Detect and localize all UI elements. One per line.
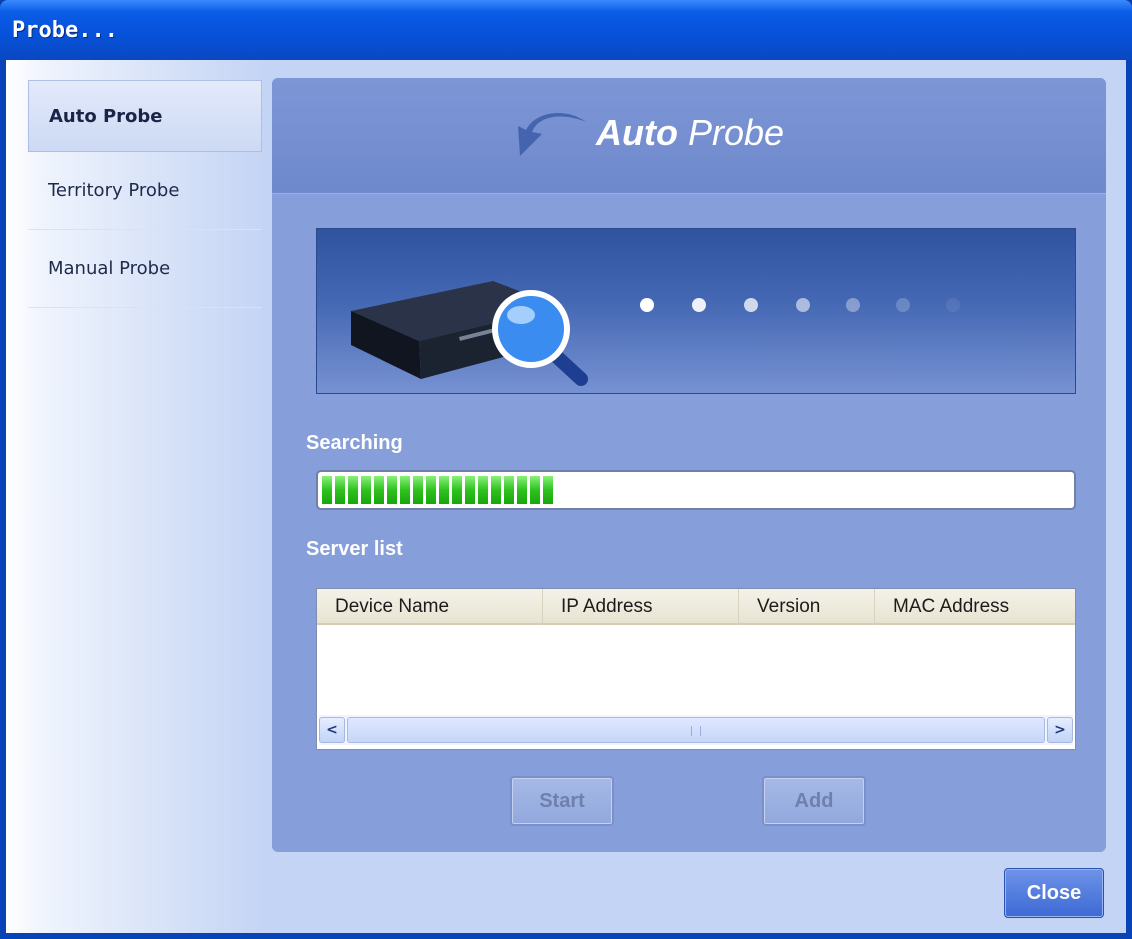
progress-segment <box>374 476 384 504</box>
progress-segment <box>426 476 436 504</box>
column-header-version[interactable]: Version <box>739 589 875 625</box>
search-banner <box>316 228 1076 394</box>
progress-segment <box>413 476 423 504</box>
add-button[interactable]: Add <box>762 776 866 826</box>
column-header-mac-address[interactable]: MAC Address <box>875 589 1073 625</box>
window-client-area: Auto Probe Territory Probe Manual Probe … <box>6 60 1126 933</box>
search-progress-bar <box>316 470 1076 510</box>
progress-segment <box>465 476 475 504</box>
sidebar-item-territory-probe[interactable]: Territory Probe <box>28 152 262 230</box>
sidebar-item-label: Auto Probe <box>49 106 163 127</box>
progress-segment <box>387 476 397 504</box>
column-header-device-name[interactable]: Device Name <box>317 589 543 625</box>
scroll-left-icon[interactable]: < <box>319 717 345 743</box>
sidebar-item-label: Territory Probe <box>48 180 180 201</box>
search-progress-fill <box>322 476 1070 504</box>
progress-segment <box>517 476 527 504</box>
table-header: Device Name IP Address Version MAC Addre… <box>317 589 1075 625</box>
progress-segment <box>491 476 501 504</box>
scroll-right-icon[interactable]: > <box>1047 717 1073 743</box>
window-title: Probe... <box>12 18 118 43</box>
progress-segment <box>504 476 514 504</box>
progress-segment <box>530 476 540 504</box>
probe-sidebar: Auto Probe Territory Probe Manual Probe <box>28 80 262 308</box>
horizontal-scrollbar[interactable]: < > <box>319 715 1073 745</box>
progress-segment <box>452 476 462 504</box>
server-list-table[interactable]: Device Name IP Address Version MAC Addre… <box>316 588 1076 750</box>
progress-segment <box>361 476 371 504</box>
probe-window: Probe... Auto Probe Territory Probe Manu… <box>0 0 1132 939</box>
sidebar-item-auto-probe[interactable]: Auto Probe <box>28 80 262 152</box>
sidebar-item-manual-probe[interactable]: Manual Probe <box>28 230 262 308</box>
title-bar[interactable]: Probe... <box>0 0 1132 60</box>
progress-segment <box>439 476 449 504</box>
progress-segment <box>322 476 332 504</box>
column-header-ip-address[interactable]: IP Address <box>543 589 739 625</box>
progress-segment <box>335 476 345 504</box>
scrollbar-grip-icon <box>691 726 701 736</box>
back-arrow-icon <box>518 112 586 156</box>
progress-segment <box>543 476 553 504</box>
searching-label: Searching <box>306 432 403 454</box>
sidebar-item-label: Manual Probe <box>48 258 171 279</box>
close-button[interactable]: Close <box>1004 868 1104 918</box>
scrollbar-thumb[interactable] <box>347 717 1045 743</box>
start-button[interactable]: Start <box>510 776 614 826</box>
progress-segment <box>348 476 358 504</box>
header-title-bold: Auto <box>596 112 678 153</box>
header-title-rest: Probe <box>677 112 785 153</box>
server-list-label: Server list <box>306 538 403 560</box>
progress-segment <box>400 476 410 504</box>
auto-probe-panel: Auto Probe Searching Server list Device … <box>272 78 1106 852</box>
progress-segment <box>478 476 488 504</box>
magnifier-icon <box>492 290 588 386</box>
panel-header: Auto Probe <box>272 78 1106 194</box>
header-title: Auto Probe <box>596 112 784 154</box>
progress-dots <box>640 298 960 312</box>
